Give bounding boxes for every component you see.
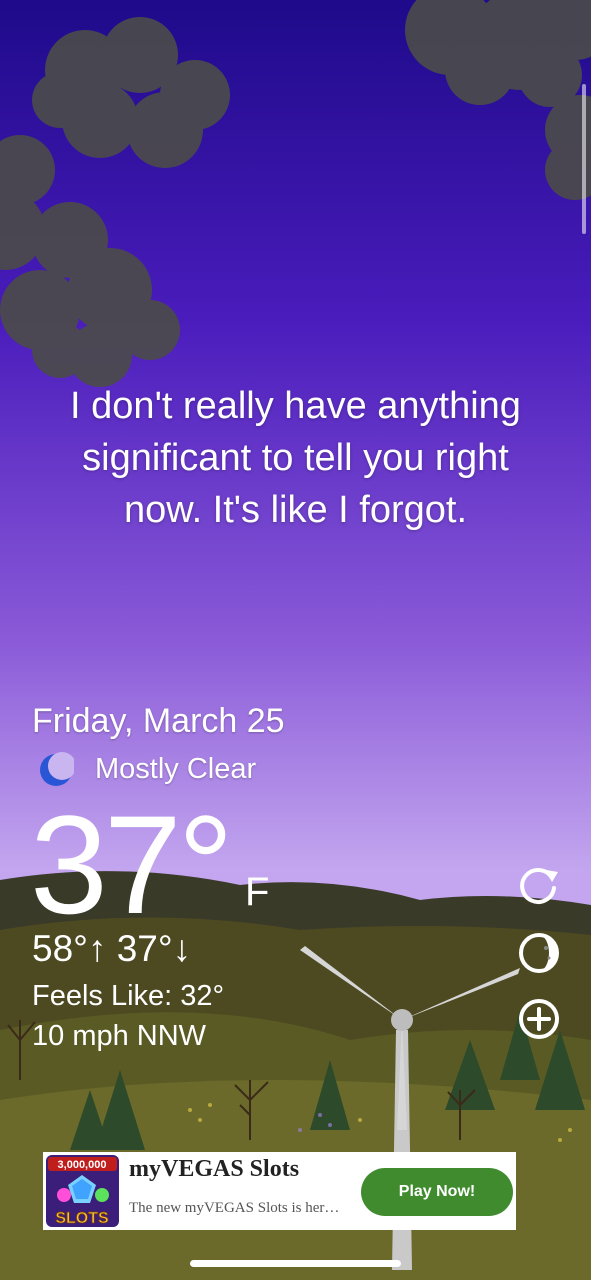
play-now-button[interactable]: Play Now! [361,1168,513,1216]
home-indicator[interactable] [190,1260,401,1267]
add-circle-icon[interactable] [516,996,562,1042]
moon-phase-icon[interactable] [516,930,562,976]
message-line: significant to tell you right [82,437,509,479]
weather-message: I don't really have anything significant… [30,380,561,536]
feels-like: Feels Like: 32° [32,980,225,1012]
weather-scene-background [0,0,591,1280]
ad-description[interactable]: The new myVEGAS Slots is her… [129,1200,357,1217]
temperature-unit: F [245,870,270,914]
message-line: I don't really have anything [70,385,521,427]
wind-speed: 10 mph NNW [32,1020,207,1052]
current-temperature: 37° [30,786,234,943]
slots-app-icon[interactable]: 3,000,000 SLOTS [46,1155,119,1227]
message-line: now. It's like I forgot. [123,489,468,531]
forecast-date: Friday, March 25 [32,702,285,740]
ad-title[interactable]: myVEGAS Slots [129,1156,299,1183]
ad-badge: 3,000,000 [58,1159,107,1171]
moon-icon [40,752,74,786]
scrollbar[interactable] [582,84,586,234]
condition-label: Mostly Clear [95,753,257,785]
refresh-icon[interactable] [516,862,562,908]
ad-icon-text: SLOTS [55,1210,109,1227]
ad-banner[interactable]: 3,000,000 SLOTS myVEGAS Slots The new my… [43,1152,516,1230]
high-low-temperature: 58°↑ 37°↓ [32,928,192,969]
